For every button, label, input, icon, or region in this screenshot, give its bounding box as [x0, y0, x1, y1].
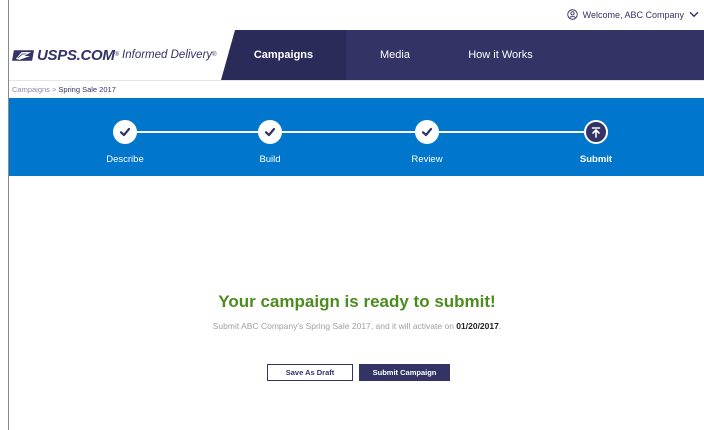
user-circle-icon	[566, 9, 578, 20]
activation-date: 01/20/2017	[456, 321, 499, 331]
brand-registered-mark: ®	[114, 52, 120, 58]
upload-arrow-icon	[591, 127, 601, 138]
nav-how-it-works-label: How it Works	[468, 49, 533, 61]
usps-logo[interactable]: USPS.COM ® Informed Delivery ®	[9, 30, 221, 80]
ready-subtitle: Submit ABC Company's Spring Sale 2017, a…	[9, 321, 704, 331]
nav-campaigns[interactable]: Campaigns	[221, 30, 346, 80]
product-registered-mark: ®	[212, 52, 217, 58]
check-icon	[119, 127, 131, 137]
nav-slant	[221, 30, 235, 80]
welcome-text: Welcome, ABC Company	[582, 9, 684, 20]
submit-campaign-button[interactable]: Submit Campaign	[359, 364, 450, 381]
usps-eagle-icon	[12, 50, 35, 61]
step-review-label: Review	[411, 154, 443, 165]
product-name: Informed Delivery	[122, 49, 213, 61]
breadcrumb: Campaigns > Spring Sale 2017	[9, 80, 704, 98]
save-as-draft-button[interactable]: Save As Draft	[267, 364, 353, 381]
main-nav: Campaigns Media How it Works	[221, 30, 704, 80]
check-icon	[421, 127, 433, 137]
user-menu[interactable]: Welcome, ABC Company	[566, 9, 699, 20]
subtitle-text: Submit ABC Company's Spring Sale 2017, a…	[212, 321, 457, 331]
step-describe-label: Describe	[106, 154, 144, 165]
utility-bar: Welcome, ABC Company	[9, 0, 704, 30]
brand-name: USPS.COM	[37, 46, 115, 64]
step-build-label: Build	[259, 154, 281, 165]
check-icon	[264, 127, 276, 137]
breadcrumb-current: Spring Sale 2017	[58, 85, 116, 94]
app-frame: Welcome, ABC Company USPS.COM ® Informed…	[8, 0, 704, 430]
breadcrumb-campaigns-link[interactable]: Campaigns	[12, 85, 50, 94]
nav-how-it-works[interactable]: How it Works	[444, 30, 557, 80]
subtitle-suffix: .	[498, 321, 502, 331]
main-content: Your campaign is ready to submit! Submit…	[9, 176, 704, 430]
chevron-down-icon	[689, 11, 699, 18]
breadcrumb-separator: >	[51, 85, 57, 94]
step-submit-circle[interactable]	[584, 120, 608, 144]
ready-title: Your campaign is ready to submit!	[218, 292, 496, 311]
step-review-circle[interactable]	[415, 120, 439, 144]
step-submit-label: Submit	[579, 154, 613, 165]
step-build-circle[interactable]	[258, 120, 282, 144]
progress-stepper: Describe Build Review Submit	[9, 98, 704, 176]
nav-media[interactable]: Media	[346, 30, 444, 80]
nav-media-label: Media	[380, 49, 410, 61]
progress-line	[137, 131, 596, 133]
step-describe-circle[interactable]	[113, 120, 137, 144]
nav-campaigns-label: Campaigns	[253, 49, 314, 61]
site-header: USPS.COM ® Informed Delivery ® Campaigns…	[9, 30, 704, 80]
